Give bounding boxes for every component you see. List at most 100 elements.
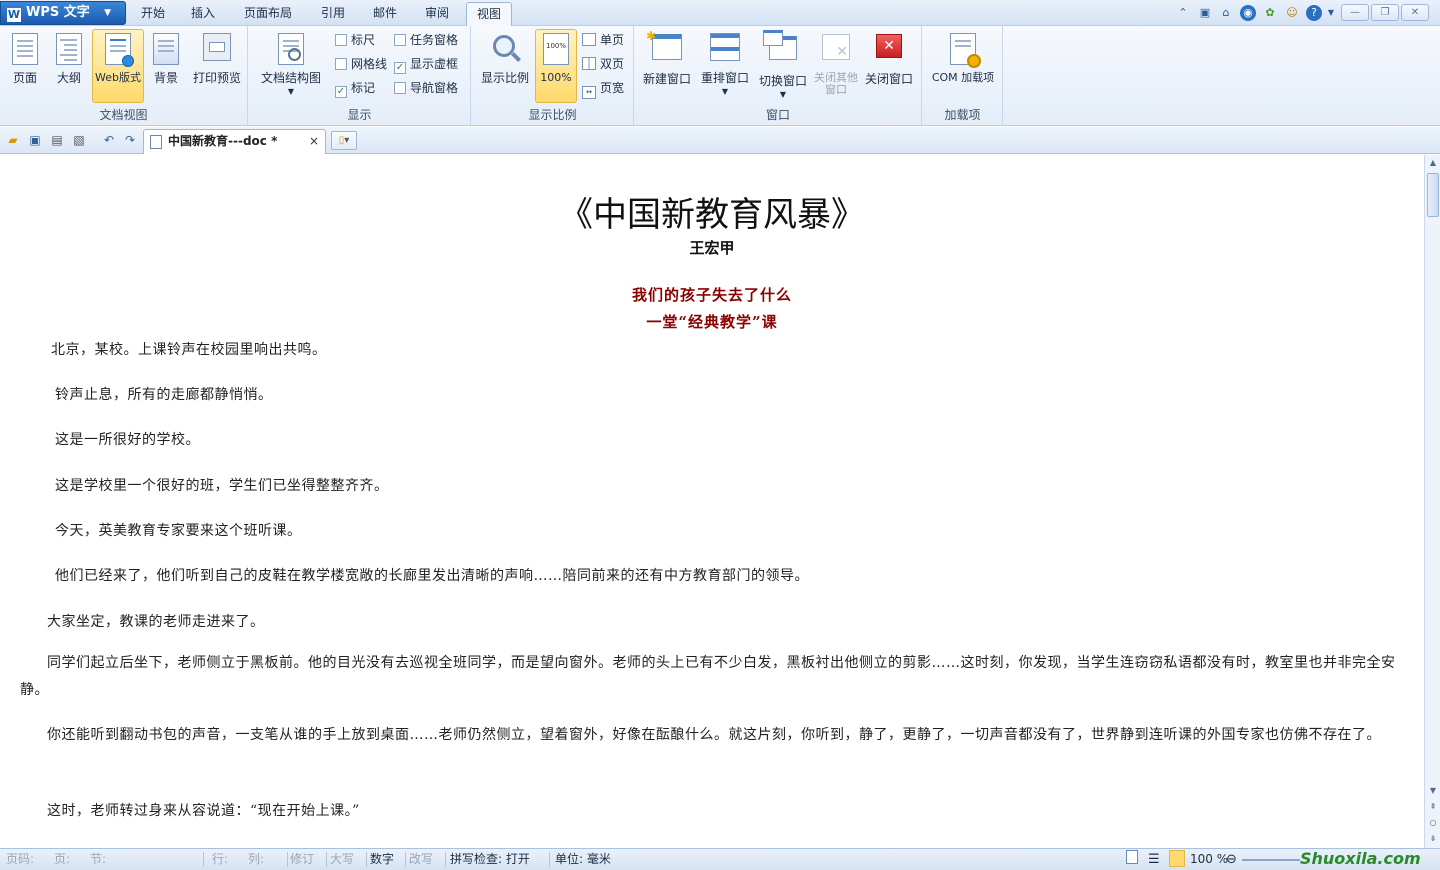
background-icon [153, 33, 179, 65]
print-preview-button[interactable]: 打印预览 [188, 30, 246, 102]
status-separator [366, 852, 367, 867]
outline-view-status-icon[interactable]: ☰ [1148, 849, 1160, 870]
skin-icon[interactable]: ✿ [1262, 5, 1278, 21]
page-view-button[interactable]: 页面 [4, 30, 46, 102]
status-revise[interactable]: 修订 [290, 849, 314, 870]
tab-references[interactable]: 引用 [310, 2, 356, 26]
tab-page-layout[interactable]: 页面布局 [236, 2, 300, 26]
status-spell-check[interactable]: 拼写检查: 打开 [450, 849, 530, 870]
tab-review[interactable]: 审阅 [414, 2, 460, 26]
zoom-100-button[interactable]: 100% 100% [535, 29, 577, 103]
status-unit[interactable]: 单位: 毫米 [555, 849, 611, 870]
close-window-ribbon-button[interactable]: ✕ 关闭窗口 [861, 30, 917, 102]
doc-map-button[interactable]: 文档结构图 ▼ [259, 30, 323, 102]
zoom-100-icon: 100% [543, 33, 569, 65]
tab-start[interactable]: 开始 [130, 2, 176, 26]
group-label-document-view: 文档视图 [99, 108, 148, 122]
undo-icon[interactable]: ↶ [101, 132, 117, 148]
two-pages-button[interactable]: 双页 [582, 54, 624, 74]
print-preview-small-icon[interactable]: ▧ [71, 132, 87, 148]
com-addins-button[interactable]: COM 加载项 [929, 30, 997, 102]
group-window: ✱ 新建窗口 重排窗口 ▼ 切换窗口 ▼ ✕ 关闭其他窗口 ✕ 关闭窗口 窗口 [635, 26, 922, 126]
close-window-button[interactable]: ✕ [1401, 4, 1429, 21]
print-icon[interactable]: ▤ [49, 132, 65, 148]
markup-checkbox[interactable]: ✓ 标记 [335, 78, 375, 98]
minimize-button[interactable]: — [1341, 4, 1369, 21]
vertical-scrollbar[interactable]: ▲ ▼ ⇞ ○ ⇟ [1424, 155, 1440, 848]
one-page-icon [582, 33, 596, 46]
status-caps[interactable]: 大写 [330, 849, 354, 870]
print-preview-icon [203, 33, 231, 61]
status-section: 节: [90, 852, 107, 866]
help-icon[interactable]: ? [1306, 5, 1322, 21]
background-button[interactable]: 背景 [146, 30, 186, 102]
help-dropdown-icon[interactable]: ▼ [1323, 5, 1339, 21]
zoom-dialog-button[interactable]: 显示比例 [478, 30, 532, 102]
paragraph: 北京，某校。上课铃声在校园里响出共鸣。 [51, 342, 327, 358]
document-area[interactable]: 《中国新教育风暴》 王宏甲 我们的孩子失去了什么 一堂“经典教学”课 北京，某校… [0, 155, 1424, 848]
redo-icon[interactable]: ↷ [122, 132, 138, 148]
magnifier-icon [489, 33, 521, 67]
two-pages-icon [582, 57, 596, 70]
show-boundaries-checkbox[interactable]: ✓ 显示虚框 [394, 54, 458, 74]
web-layout-button[interactable]: Web版式 [92, 29, 144, 103]
save-icon[interactable]: ▣ [27, 132, 43, 148]
close-other-windows-button[interactable]: ✕ 关闭其他窗口 [813, 30, 859, 102]
tab-view[interactable]: 视图 [466, 2, 512, 26]
group-label-window: 窗口 [765, 108, 790, 122]
open-folder-icon[interactable]: ▰ [5, 132, 21, 148]
web-layout-icon [105, 33, 134, 67]
new-window-button[interactable]: ✱ 新建窗口 [639, 29, 695, 102]
browse-object-icon[interactable]: ○ [1426, 816, 1440, 830]
new-document-button[interactable]: ▯▾ [331, 131, 357, 150]
collapse-ribbon-icon[interactable]: ⌃ [1175, 5, 1191, 21]
status-num-lock[interactable]: 数字 [370, 849, 394, 870]
next-page-icon[interactable]: ⇟ [1426, 832, 1440, 846]
status-overwrite[interactable]: 改写 [409, 849, 433, 870]
group-show: 文档结构图 ▼ 标尺 网格线 ✓ 标记 任务窗格 ✓ 显示虚框 导航窗格 显示 [249, 26, 471, 126]
zoom-level[interactable]: 100 % [1190, 849, 1228, 870]
outline-view-button[interactable]: 大纲 [48, 30, 90, 102]
checkbox-icon [335, 58, 347, 70]
zoom-out-icon[interactable]: ⊖ [1226, 849, 1237, 870]
scroll-down-icon[interactable]: ▼ [1426, 784, 1440, 798]
web-view-status-icon[interactable] [1169, 850, 1185, 867]
switch-window-button[interactable]: 切换窗口 ▼ [755, 30, 811, 102]
task-pane-checkbox[interactable]: 任务窗格 [394, 30, 458, 50]
window-switch-icon[interactable]: ▣ [1197, 5, 1213, 21]
tab-mailings[interactable]: 邮件 [362, 2, 408, 26]
doc-map-dropdown-icon: ▼ [287, 87, 295, 96]
arrange-dropdown-icon: ▼ [721, 87, 729, 96]
checkbox-icon [335, 34, 347, 46]
switch-dropdown-icon: ▼ [779, 90, 787, 99]
wps-logo-icon: W [7, 8, 21, 22]
gridlines-checkbox[interactable]: 网格线 [335, 54, 387, 74]
scroll-thumb[interactable] [1427, 173, 1439, 217]
nav-pane-checkbox[interactable]: 导航窗格 [394, 78, 458, 98]
outline-icon [56, 33, 82, 65]
document-title: 《中国新教育风暴》 [559, 195, 865, 235]
paragraph: 你还能听到翻动书包的声音，一支笔从谁的手上放到桌面……老师仍然侧立，望着窗外，好… [47, 727, 1381, 743]
scroll-up-icon[interactable]: ▲ [1426, 156, 1440, 170]
zoom-slider[interactable] [1242, 859, 1300, 861]
close-tab-icon[interactable]: × [309, 130, 319, 153]
document-tab[interactable]: 中国新教育---doc * × [143, 129, 326, 154]
home-icon[interactable]: ⌂ [1218, 5, 1234, 21]
arrange-all-button[interactable]: 重排窗口 ▼ [697, 30, 753, 102]
status-separator [405, 852, 406, 867]
paragraph: 同学们起立后坐下，老师侧立于黑板前。他的目光没有去巡视全班同学，而是望向窗外。老… [20, 655, 1396, 698]
page-view-status-icon[interactable] [1126, 850, 1138, 864]
restore-button[interactable]: ❐ [1371, 4, 1399, 21]
page-width-button[interactable]: ↔ 页宽 [582, 78, 624, 99]
one-page-button[interactable]: 单页 [582, 30, 624, 50]
wps-app-menu-button[interactable]: W WPS 文字 ▼ [0, 1, 126, 25]
previous-page-icon[interactable]: ⇞ [1426, 800, 1440, 814]
status-separator [287, 852, 288, 867]
arrange-windows-icon [710, 33, 740, 61]
ruler-checkbox[interactable]: 标尺 [335, 30, 375, 50]
group-label-zoom: 显示比例 [528, 108, 577, 122]
document-subtitle-2: 一堂“经典教学”课 [646, 313, 778, 331]
user-icon[interactable]: ☺ [1284, 5, 1300, 21]
tab-insert[interactable]: 插入 [180, 2, 226, 26]
online-icon[interactable]: ◉ [1240, 5, 1256, 21]
